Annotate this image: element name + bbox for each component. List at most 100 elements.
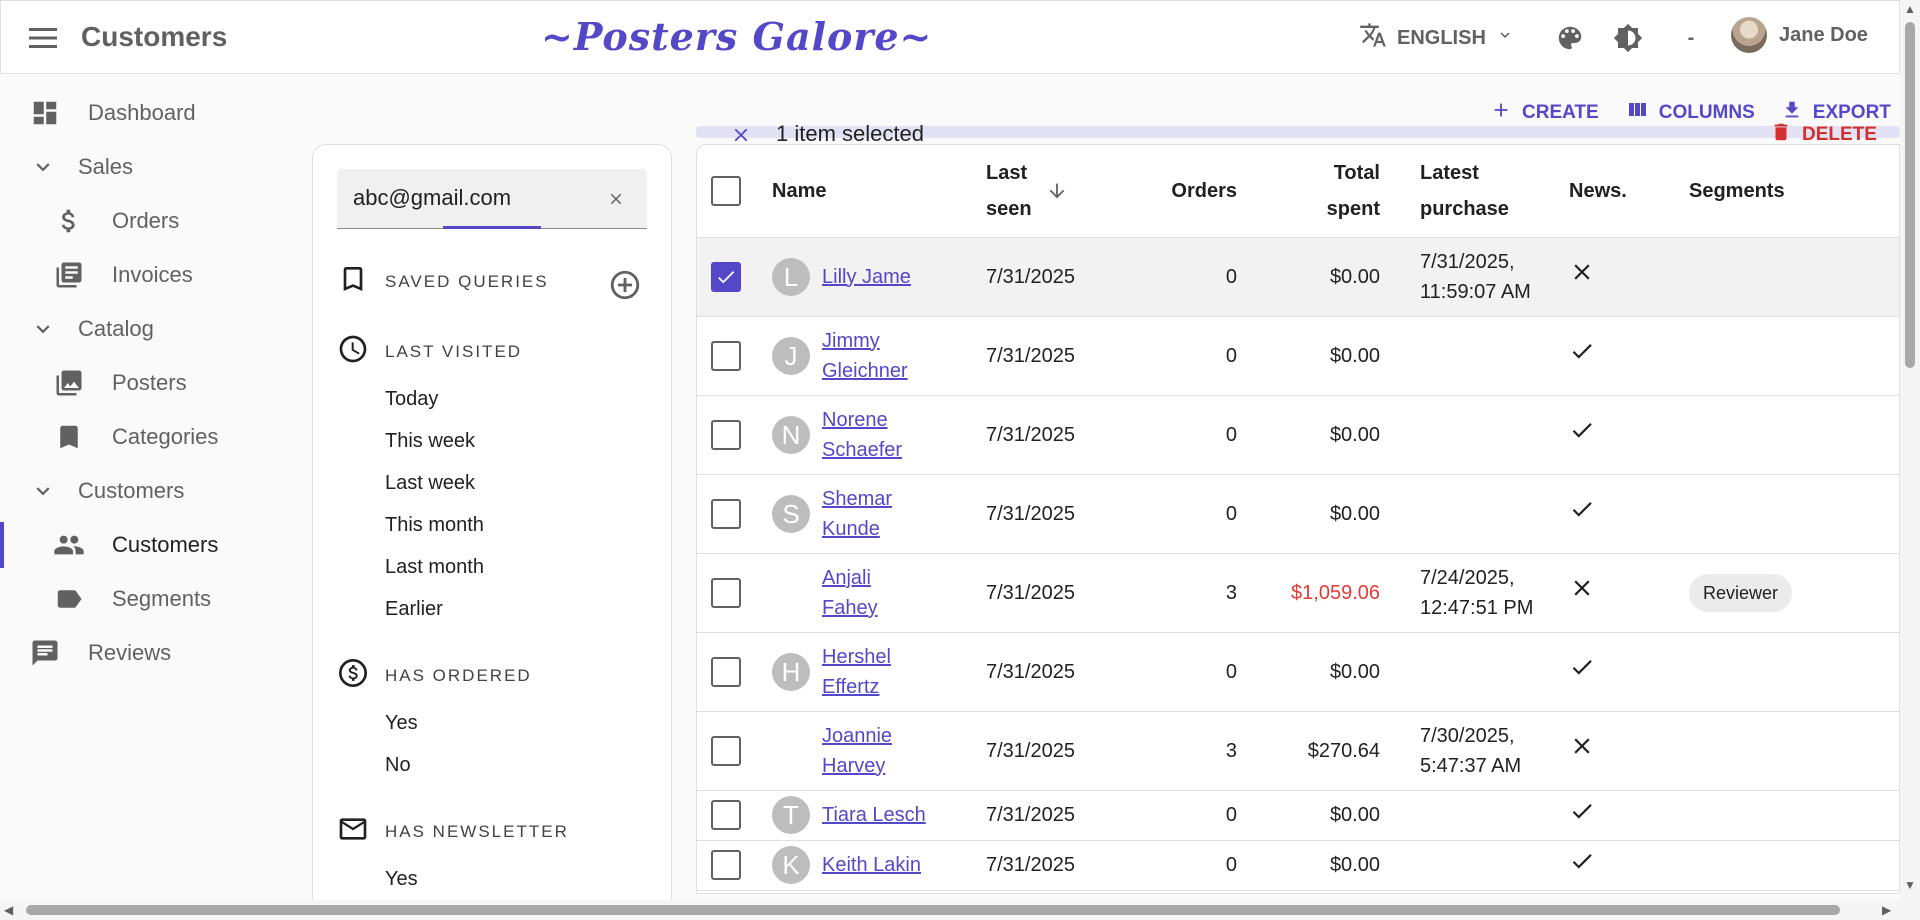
arrow-down-icon[interactable] xyxy=(1046,180,1068,202)
sidebar-item-reviews[interactable]: Reviews xyxy=(0,626,300,680)
row-checkbox[interactable] xyxy=(711,656,741,687)
horizontal-scrollbar[interactable]: ◀ ▶ xyxy=(0,900,1920,920)
customer-name-link[interactable]: Hershel Effertz xyxy=(822,642,891,702)
customer-name-link[interactable]: Tiara Lesch xyxy=(822,800,926,830)
purchase-date: 7/24/2025, xyxy=(1420,566,1515,589)
sidebar-item-customers[interactable]: Customers xyxy=(0,518,300,572)
scroll-left-icon[interactable]: ◀ xyxy=(4,903,13,917)
customer-name-line: Gleichner xyxy=(822,359,908,382)
row-checkbox[interactable] xyxy=(711,850,741,880)
select-all-checkbox[interactable] xyxy=(711,175,741,206)
row-checkbox[interactable] xyxy=(711,261,741,292)
sidebar-group-sales[interactable]: Sales xyxy=(0,140,300,194)
check-icon xyxy=(1569,803,1595,829)
columns-button[interactable]: COLUMNS xyxy=(1625,98,1755,128)
filter-option-last-week[interactable]: Last week xyxy=(385,472,475,495)
last-seen-cell: 7/31/2025 xyxy=(986,711,1108,791)
column-header-segments[interactable]: Segments xyxy=(1675,145,1899,238)
column-header-latest-purchase[interactable]: Latest purchase xyxy=(1380,145,1555,238)
column-header-orders[interactable]: Orders xyxy=(1108,145,1237,238)
filter-option-ordered-yes[interactable]: Yes xyxy=(385,712,418,735)
customer-name-link[interactable]: Jimmy Gleichner xyxy=(822,326,908,386)
table-row[interactable]: J Jimmy Gleichner 7/31/2025 0 $0.00 xyxy=(697,316,1899,396)
sidebar-group-catalog[interactable]: Catalog xyxy=(0,302,300,356)
customer-name-link[interactable]: Shemar Kunde xyxy=(822,484,892,544)
customer-name-line: Joannie xyxy=(822,724,893,747)
clock-icon xyxy=(337,333,369,370)
sidebar-item-segments[interactable]: Segments xyxy=(0,572,300,626)
user-menu[interactable]: Jane Doe xyxy=(1731,17,1868,53)
filter-option-newsletter-yes[interactable]: Yes xyxy=(385,868,418,891)
table-row[interactable]: Anjali Fahey 7/31/2025 3 $1,059.06 7/24/2025,… xyxy=(697,553,1899,633)
total-spent-cell: $0.00 xyxy=(1237,316,1380,396)
filter-option-earlier[interactable]: Earlier xyxy=(385,598,443,621)
row-checkbox[interactable] xyxy=(711,340,741,371)
scroll-up-icon[interactable]: ▲ xyxy=(1904,2,1916,16)
customer-name-link[interactable]: Keith Lakin xyxy=(822,850,921,880)
dashboard-icon xyxy=(28,96,62,130)
sidebar-item-label: Orders xyxy=(112,208,180,233)
row-checkbox[interactable] xyxy=(711,577,741,608)
table-row[interactable]: S Shemar Kunde 7/31/2025 0 $0.00 xyxy=(697,474,1899,554)
table-row[interactable]: T Tiara Lesch 7/31/2025 0 $0.00 xyxy=(697,790,1899,841)
add-icon xyxy=(1490,99,1512,127)
customer-name-line: Tiara Lesch xyxy=(822,804,926,826)
sidebar-group-customers[interactable]: Customers xyxy=(0,464,300,518)
table-row[interactable]: N Norene Schaefer 7/31/2025 0 $0.00 xyxy=(697,395,1899,475)
table-row[interactable]: K Keith Lakin 7/31/2025 0 $0.00 xyxy=(697,840,1899,891)
header-line: Latest xyxy=(1420,161,1479,184)
sidebar-item-label: Customers xyxy=(112,532,219,557)
menu-icon[interactable] xyxy=(27,22,59,54)
avatar: H xyxy=(772,652,810,691)
total-spent-cell: $270.64 xyxy=(1237,711,1380,791)
table-row[interactable]: L Lilly Jame 7/31/2025 0 $0.00 7/31/2025, 11:5… xyxy=(697,237,1899,317)
column-header-last-seen[interactable]: Last seen xyxy=(986,145,1108,238)
customer-name-link[interactable]: Norene Schaefer xyxy=(822,405,902,465)
scroll-right-icon[interactable]: ▶ xyxy=(1882,903,1891,917)
vertical-scrollbar[interactable]: ▲ ▼ xyxy=(1900,0,1920,900)
segment-chip[interactable]: Reviewer xyxy=(1689,573,1793,612)
column-header-newsletter[interactable]: News. xyxy=(1555,145,1675,238)
scroll-down-icon[interactable]: ▼ xyxy=(1904,878,1916,892)
sidebar-item-dashboard[interactable]: Dashboard xyxy=(0,86,300,140)
filter-option-this-month[interactable]: This month xyxy=(385,514,484,537)
scrollbar-thumb[interactable] xyxy=(26,905,1840,915)
table-row[interactable]: Joannie Harvey 7/31/2025 3 $270.64 7/30/2025,… xyxy=(697,711,1899,791)
customer-name-link[interactable]: Lilly Jame xyxy=(822,262,911,292)
customer-name-link[interactable]: Anjali Fahey xyxy=(822,563,878,623)
row-checkbox[interactable] xyxy=(711,800,741,830)
customer-name-link[interactable]: Joannie Harvey xyxy=(822,721,892,781)
sidebar: Dashboard Sales Orders Invoices Catalog … xyxy=(0,86,300,680)
customer-name-line: Hershel xyxy=(822,645,891,668)
brightness-icon[interactable] xyxy=(1609,19,1647,57)
customer-name-line: Keith Lakin xyxy=(822,854,921,876)
add-circle-icon[interactable] xyxy=(607,267,643,303)
check-icon xyxy=(1569,423,1595,448)
last-seen-cell: 7/31/2025 xyxy=(986,237,1108,317)
filter-option-today[interactable]: Today xyxy=(385,388,438,411)
table-row[interactable]: H Hershel Effertz 7/31/2025 0 $0.00 xyxy=(697,632,1899,712)
row-checkbox[interactable] xyxy=(711,498,741,529)
sidebar-item-posters[interactable]: Posters xyxy=(0,356,300,410)
last-seen-cell: 7/31/2025 xyxy=(986,840,1108,891)
check-icon xyxy=(1569,344,1595,369)
language-selector[interactable]: ENGLISH xyxy=(1359,21,1514,55)
row-checkbox[interactable] xyxy=(711,419,741,450)
column-header-total-spent[interactable]: Total spent xyxy=(1237,145,1380,238)
search-input[interactable] xyxy=(353,183,593,213)
filter-option-ordered-no[interactable]: No xyxy=(385,754,411,777)
sidebar-item-label: Posters xyxy=(112,370,187,395)
clear-icon[interactable] xyxy=(603,186,629,212)
filter-option-this-week[interactable]: This week xyxy=(385,430,475,453)
sidebar-item-invoices[interactable]: Invoices xyxy=(0,248,300,302)
palette-icon[interactable] xyxy=(1551,19,1589,57)
sidebar-item-categories[interactable]: Categories xyxy=(0,410,300,464)
customer-name-line: Shemar xyxy=(822,487,893,510)
scrollbar-thumb[interactable] xyxy=(1905,22,1915,368)
row-checkbox[interactable] xyxy=(711,735,741,766)
filter-option-last-month[interactable]: Last month xyxy=(385,556,484,579)
create-button[interactable]: CREATE xyxy=(1490,99,1599,127)
column-header-name[interactable]: Name xyxy=(772,145,986,238)
sidebar-item-orders[interactable]: Orders xyxy=(0,194,300,248)
latest-purchase-cell xyxy=(1380,790,1555,841)
